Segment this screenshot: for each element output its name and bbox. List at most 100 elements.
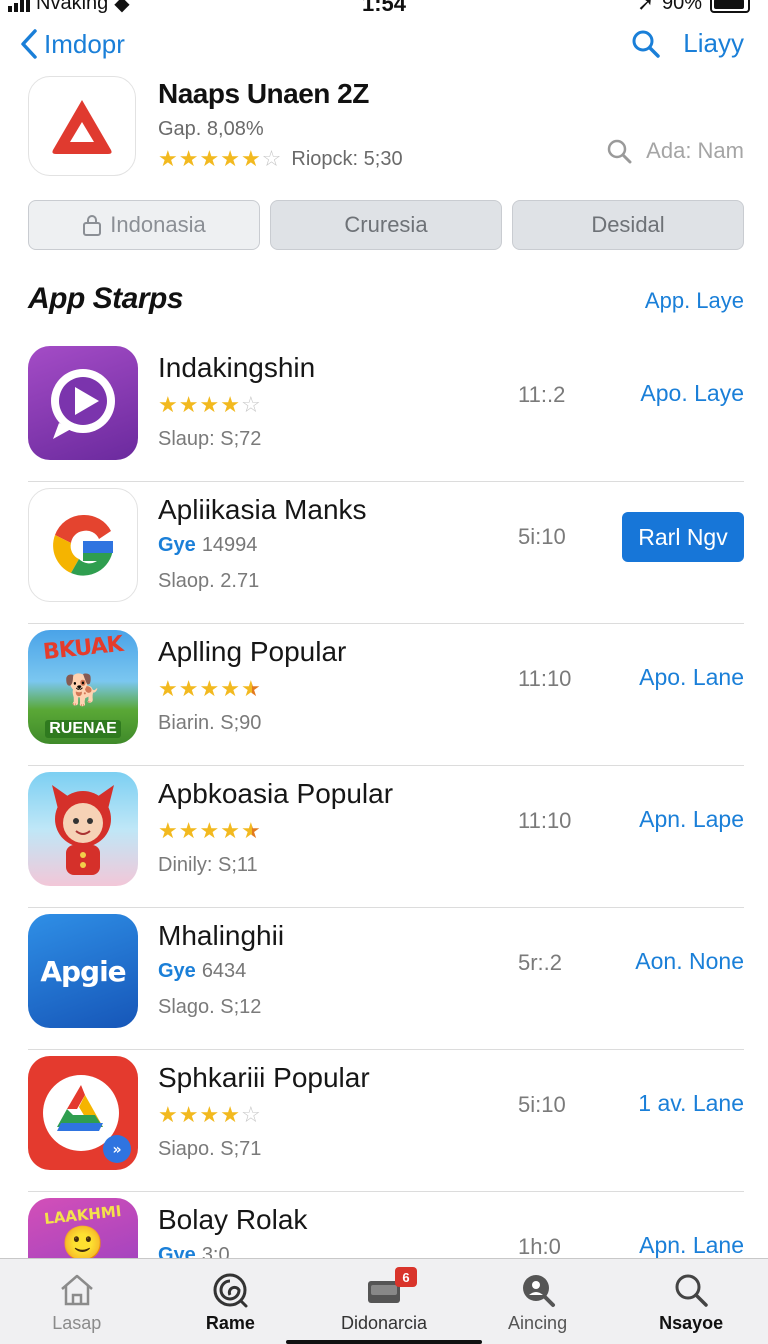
nav-right-button[interactable]: Liayy (683, 28, 744, 59)
app-subtitle: Slago. S;12 (158, 996, 262, 1018)
app-action-link[interactable]: Apo. Laye (640, 380, 744, 407)
app-icon (28, 346, 138, 460)
segment-desidal[interactable]: Desidal (512, 200, 744, 250)
featured-app-icon[interactable] (28, 76, 136, 176)
app-action-link[interactable]: Aon. None (635, 948, 744, 975)
list-item[interactable]: Apliikasia Manks Gye 14994 Slaop. 2.71 5i… (28, 482, 744, 624)
app-subtitle: Slaop. 2.71 (158, 570, 260, 592)
app-rating: ★ ★ ★ ★ ☆ (158, 1102, 261, 1128)
app-subtitle: Biarin. S;90 (158, 712, 262, 734)
section-header: App Starps App. Laye (28, 280, 744, 324)
featured-app-header: Naaps Unaen 2Z Gap. 8,08% ★ ★ ★ ★ ★ ☆ Riopck:… (28, 76, 744, 180)
tab-nsayoe[interactable]: Nsayoe (614, 1259, 768, 1344)
carrier-label: Nvaking (36, 0, 109, 14)
app-action-link[interactable]: 1 av. Lane (638, 1090, 744, 1117)
app-action-link[interactable]: Apn. Lape (639, 806, 744, 833)
nav-bar: Imdopr Liayy (0, 24, 768, 72)
list-item[interactable]: Apbkoasia Popular ★ ★ ★ ★ ★ Dinily: S;11 11:… (28, 766, 744, 908)
list-item[interactable]: Indakingshin ★ ★ ★ ★ ☆ Slaup: S;72 11:.2 Apo… (28, 340, 744, 482)
tab-label: Aincing (508, 1313, 568, 1333)
app-action-button[interactable]: Rarl Ngv (622, 512, 744, 562)
star-rating: ★ ★ ★ ★ ★ (158, 676, 261, 701)
segmented-control: Indonasia Cruresia Desidal (28, 200, 744, 250)
character-icon: 🐕 (64, 674, 102, 707)
app-size: 5r:.2 (518, 950, 563, 975)
status-right: ➚ 90% (637, 0, 750, 14)
folder-icon: 6 (365, 1267, 417, 1309)
app-size: 11:10 (518, 808, 572, 833)
signal-icon (8, 0, 30, 12)
app-name: Sphkariii Popular (158, 1062, 370, 1093)
section-title: App Starps (28, 282, 184, 315)
app-meta: Gye 6434 (158, 960, 246, 983)
drive-logo-icon: » (43, 1075, 131, 1163)
tab-aincing[interactable]: Aincing (461, 1259, 615, 1344)
icon-subtitle-text: RUENAE (45, 720, 121, 738)
battery-icon (710, 0, 750, 13)
app-name: Mhalinghii (158, 920, 285, 951)
app-size: 11:.2 (518, 382, 566, 407)
tab-label: Lasap (52, 1313, 102, 1333)
back-label: Imdopr (44, 28, 125, 59)
tab-didonarcia[interactable]: 6 Didonarcia (307, 1259, 461, 1344)
featured-app-subtitle: Gap. 8,08% (158, 118, 264, 140)
tab-lasap[interactable]: Lasap (0, 1259, 154, 1344)
app-name: Apbkoasia Popular (158, 778, 394, 809)
back-button[interactable]: Imdopr (20, 28, 125, 60)
app-icon (28, 772, 138, 886)
app-size: 5i:10 (518, 1092, 566, 1117)
tab-label: Nsayoe (659, 1313, 724, 1333)
search-icon (672, 1271, 710, 1309)
segment-label: Desidal (591, 212, 665, 237)
app-rating: ★ ★ ★ ★ ☆ (158, 392, 261, 418)
app-subtitle: Siapo. S;71 (158, 1138, 262, 1160)
spiral-icon (211, 1271, 249, 1309)
list-item[interactable]: » Sphkariii Popular ★ ★ ★ ★ ☆ Siapo. S;71 5i… (28, 1050, 744, 1192)
wifi-icon: ◆ (114, 0, 130, 14)
segment-cruresia[interactable]: Cruresia (270, 200, 502, 250)
app-icon (28, 488, 138, 602)
app-name: Aplling Popular (158, 636, 347, 667)
chevron-left-icon (21, 29, 37, 59)
segment-indonasia[interactable]: Indonasia (28, 200, 260, 250)
play-chat-icon (51, 369, 115, 439)
app-count: 6434 (201, 960, 247, 982)
featured-app-rating: ★ ★ ★ ★ ★ ☆ Riopck: 5;30 (158, 146, 403, 172)
app-size: 11:10 (518, 666, 572, 691)
app-size: 5i:10 (518, 524, 566, 549)
g-logo-icon (53, 514, 113, 576)
status-time: 1:54 (362, 0, 407, 14)
app-rating: ★ ★ ★ ★ ★ (158, 676, 261, 702)
brand-label: Gye (158, 960, 196, 982)
notification-badge: 6 (394, 1267, 417, 1287)
tab-label: Didonarcia (340, 1313, 427, 1333)
app-action-link[interactable]: Apo. Lane (639, 664, 744, 691)
svg-text:»: » (112, 1142, 121, 1158)
app-icon: » (28, 1056, 138, 1170)
list-item[interactable]: BKUAK 🐕 RUENAE Aplling Popular ★ ★ ★ ★ ★ Bia… (28, 624, 744, 766)
featured-app-title: Naaps Unaen 2Z (158, 78, 369, 109)
list-item[interactable]: Apgie Mhalinghii Gye 6434 Slago. S;12 5r:… (28, 908, 744, 1050)
battery-percent: 90% (661, 0, 702, 14)
app-action-link[interactable]: Apn. Lane (639, 1232, 744, 1259)
star-rating: ★ ★ ★ ★ ★ ☆ (158, 146, 282, 171)
house-icon (58, 1271, 96, 1309)
app-size: 1h:0 (518, 1234, 561, 1259)
section-see-all-link[interactable]: App. Laye (645, 288, 744, 314)
search-icon (607, 139, 632, 164)
app-subtitle: Dinily: S;11 (158, 854, 258, 876)
tab-rame[interactable]: Rame (154, 1259, 308, 1344)
triangle-logo-icon (52, 100, 112, 154)
rating-text: Riopck: 5;30 (291, 147, 403, 170)
app-subtitle: Slaup: S;72 (158, 428, 262, 450)
location-icon: ➚ (637, 0, 654, 14)
star-rating: ★ ★ ★ ★ ☆ (158, 1102, 261, 1127)
app-rating: ★ ★ ★ ★ ★ (158, 818, 261, 844)
brand-label: Gye (158, 534, 196, 556)
app-icon: BKUAK 🐕 RUENAE (28, 630, 138, 744)
character-icon (52, 785, 114, 875)
app-name: Bolay Rolak (158, 1204, 308, 1235)
app-count: 14994 (201, 534, 258, 556)
search-icon[interactable] (631, 29, 661, 59)
search-field[interactable]: Ada: Nam (606, 138, 744, 164)
